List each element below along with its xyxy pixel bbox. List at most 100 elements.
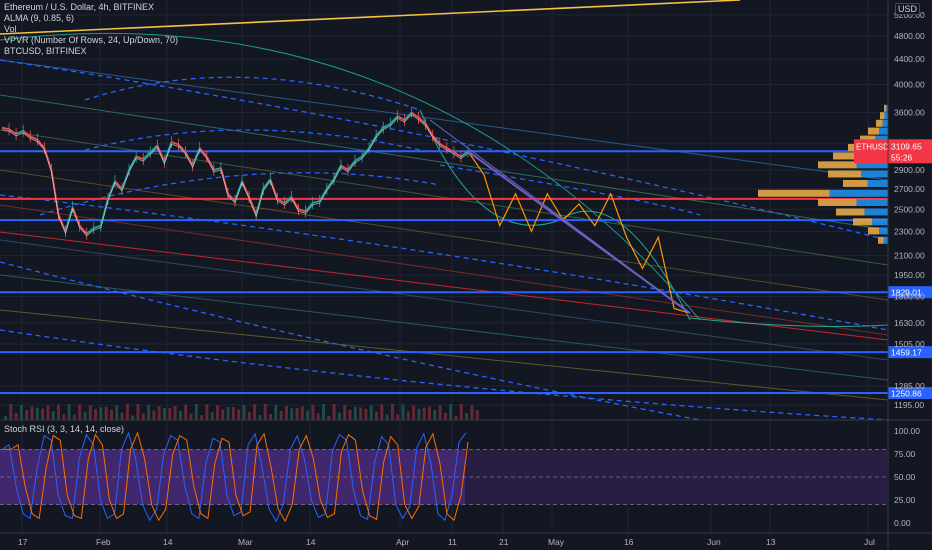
price-tick-label: 4800.00 <box>894 31 925 41</box>
volume-bar <box>163 407 166 420</box>
volume-bar <box>4 416 7 420</box>
trend-line <box>0 274 889 381</box>
time-tick-label: May <box>548 537 565 547</box>
time-tick-label: Feb <box>96 537 111 547</box>
price-candle <box>347 160 356 171</box>
volume-bar <box>322 404 325 420</box>
vpvr-bar <box>879 127 888 135</box>
rsi-tick-label: 75.00 <box>894 449 916 459</box>
volume-bar <box>459 404 463 420</box>
price-candle <box>262 178 272 190</box>
volume-bar <box>104 406 108 420</box>
volume-bar <box>290 408 294 420</box>
volume-bar <box>353 406 357 420</box>
volume-bar <box>284 405 288 420</box>
volume-bar <box>194 404 198 420</box>
volume-bar <box>242 405 246 420</box>
price-candle <box>396 115 405 121</box>
price-tick-label: 4000.00 <box>894 80 925 90</box>
price-chart[interactable]: 1829.011459.171250.863109.6555:26ETHUSD5… <box>0 0 932 550</box>
trend-line <box>0 129 889 266</box>
rsi-tick-label: 100.00 <box>894 426 920 436</box>
time-tick-label: Jul <box>864 537 875 547</box>
price-tick-label: 1950.00 <box>894 270 925 280</box>
volume-bar <box>454 415 458 420</box>
volume-indicator-label[interactable]: Vol <box>4 24 178 35</box>
vpvr-bar <box>879 227 888 235</box>
projection-trendline <box>429 119 691 314</box>
vpvr-bar <box>876 119 883 127</box>
teal-arc <box>0 32 701 321</box>
volume-bar <box>221 409 225 420</box>
volume-bar <box>189 413 193 420</box>
vpvr-indicator-label[interactable]: VPVR (Number Of Rows, 24, Up/Down, 70) <box>4 35 178 46</box>
vpvr-bar <box>818 161 857 169</box>
alma-indicator-label[interactable]: ALMA (9, 0.85, 6) <box>4 13 178 24</box>
volume-bar <box>157 406 161 420</box>
volume-bar <box>327 415 331 420</box>
price-tick-label: 4400.00 <box>894 54 925 64</box>
price-candle <box>121 169 130 190</box>
volume-bar <box>88 405 92 420</box>
volume-bar <box>369 405 373 420</box>
dashed-arc <box>439 164 701 216</box>
time-tick-label: 11 <box>448 537 457 547</box>
volume-bar <box>78 404 82 420</box>
vpvr-bar <box>882 119 888 127</box>
volume-bar <box>422 407 426 420</box>
volume-bar <box>9 404 13 420</box>
volume-bar <box>205 404 209 420</box>
volume-bar <box>57 404 60 420</box>
vpvr-bar <box>856 198 888 206</box>
vpvr-bar <box>829 189 888 197</box>
volume-bar <box>14 412 18 420</box>
volume-bar <box>231 407 235 420</box>
volume-bar <box>247 412 251 420</box>
price-candle <box>128 156 137 171</box>
volume-bar <box>173 405 177 420</box>
volume-bar <box>94 408 98 420</box>
price-candle <box>78 225 88 235</box>
currency-button[interactable]: USD <box>895 3 921 15</box>
price-candle <box>439 142 448 149</box>
vpvr-bar <box>872 218 888 226</box>
volume-bar <box>210 412 214 420</box>
price-tick-label: 1630.00 <box>894 318 925 328</box>
volume-bar <box>295 407 299 420</box>
time-tick-label: 16 <box>624 537 634 547</box>
vpvr-bar <box>878 236 884 244</box>
stoch-rsi-label[interactable]: Stoch RSI (3, 3, 14, 14, close) <box>4 424 124 434</box>
volume-bar <box>99 407 103 420</box>
volume-bar <box>184 404 188 420</box>
btcusd-overlay-label[interactable]: BTCUSD, BITFINEX <box>4 46 178 57</box>
volume-bar <box>311 404 315 420</box>
volume-bar <box>306 410 310 420</box>
volume-bar <box>152 410 156 420</box>
alma-line <box>1 113 469 237</box>
time-tick-label: Jun <box>707 537 721 547</box>
volume-bar <box>396 414 400 420</box>
volume-bar <box>46 405 50 420</box>
volume-bar <box>269 413 272 420</box>
time-tick-label: 21 <box>499 537 509 547</box>
volume-bar <box>438 404 442 420</box>
volume-bar <box>168 408 172 420</box>
volume-bar <box>465 413 469 420</box>
volume-bar <box>316 413 320 420</box>
volume-bar <box>178 410 182 420</box>
symbol-title[interactable]: Ethereum / U.S. Dollar, 4h, BITFINEX <box>4 2 178 13</box>
volume-bar <box>200 415 204 420</box>
vpvr-bar <box>884 112 888 120</box>
volume-bar <box>443 412 447 420</box>
volume-bar <box>147 404 151 420</box>
time-tick-label: Mar <box>238 537 253 547</box>
time-tick-label: 14 <box>306 537 316 547</box>
vpvr-bar <box>758 189 830 197</box>
volume-bar <box>62 414 66 420</box>
price-candle <box>1 126 10 131</box>
price-candle <box>312 200 320 204</box>
rsi-tick-label: 25.00 <box>894 495 916 505</box>
vpvr-bar <box>861 170 888 178</box>
vpvr-bar <box>864 208 888 216</box>
volume-bar <box>120 412 124 420</box>
